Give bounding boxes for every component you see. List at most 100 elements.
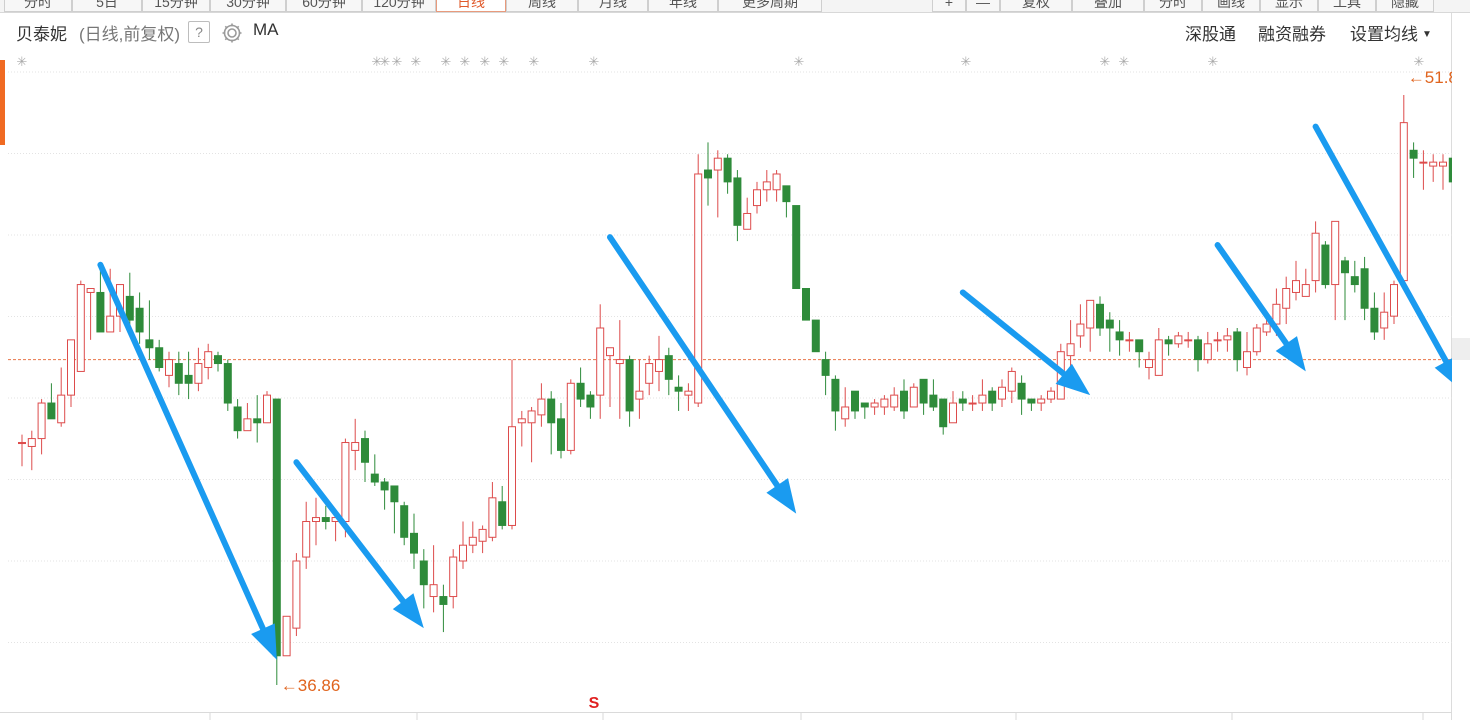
candle-body [1252,327,1261,353]
candle-body [165,359,173,376]
candle-body [1125,339,1134,342]
candle-body [380,481,389,491]
candle-body [929,394,938,408]
candle-body [1194,339,1202,361]
candle-body [743,212,752,230]
candle-body [67,339,75,396]
candle-body [811,319,820,353]
candle-body [1399,122,1408,282]
candle-body [635,390,644,400]
candle-body [370,473,379,483]
candle-body [1154,339,1163,376]
candle-body [292,560,301,629]
candle-body [870,402,879,408]
trend-arrow-head [1275,336,1306,372]
candle-body [1086,299,1095,329]
candle-body [1321,244,1330,286]
candle-body [1350,276,1359,286]
event-marker-icon: ✳ [411,55,422,70]
event-marker-icon: ✳ [1119,55,1130,70]
candle-body [1203,343,1212,361]
event-marker-icon: ✳ [441,55,452,70]
candle-body [302,521,311,558]
candle-body [841,406,850,420]
candle-body [1174,335,1183,345]
candle-body [1017,382,1026,400]
candle-body [47,402,56,420]
candle-body [821,359,830,376]
candle-body [1096,303,1104,329]
candle-body [263,394,271,424]
candle-body [988,390,997,404]
candle-body [253,418,262,424]
chart-bottom-border [0,712,1452,713]
candle-body [351,442,360,451]
candle-body [949,402,957,424]
candle-body [1292,280,1300,293]
candle-body [1282,288,1291,309]
candle-body [537,398,546,416]
candle-body [1341,260,1349,274]
candle-body [508,426,516,526]
candle-body [1164,339,1173,345]
candle-body [1331,220,1340,286]
candle-body [498,501,507,526]
candle-body [1047,390,1055,400]
candle-body [557,418,565,451]
candle-body [723,157,732,183]
candle-body [1037,398,1046,404]
candle-body [1409,149,1418,159]
candle-body [459,544,467,562]
candle-body [860,402,869,408]
candle-body [57,394,66,424]
candle-body [527,410,536,424]
candle-body [802,288,810,321]
candle-body [1419,161,1428,164]
candle-body [890,394,899,408]
trend-arrow-head [766,478,797,514]
candle-body [390,485,399,503]
candle-body [1135,339,1144,353]
candle-body [194,363,203,384]
candle-body [18,442,26,445]
candle-body [1301,284,1310,297]
candle-body [106,315,115,333]
candle-body [86,288,95,293]
candle-body [978,394,987,404]
candle-body [400,505,409,538]
candle-body [792,205,801,290]
candle-body [615,359,624,365]
candle-body [361,438,369,463]
candle-body [645,363,654,384]
candle-body [204,351,213,368]
candle-body [321,517,330,523]
candle-body [547,398,556,424]
candle-body [909,386,918,408]
candle-body [958,398,967,404]
price-axis-tab[interactable] [1452,338,1470,360]
candle-body [174,363,183,384]
trend-arrow-shaft [97,261,266,632]
candle-body [733,177,742,226]
candle-body [851,390,859,412]
candle-body [429,584,438,598]
candle-body [1115,331,1124,341]
candle-body [135,307,144,333]
event-marker-icon: ✳ [529,55,540,70]
candle-body [410,532,418,554]
candle-body [96,291,105,333]
candle-body [76,284,85,372]
candle-body [27,438,36,447]
candle-body [998,386,1006,400]
candle-body [312,517,320,523]
candle-body [439,596,448,605]
candle-body [566,382,575,451]
event-marker-icon: ✳ [460,55,471,70]
candle-body [1145,359,1153,368]
candle-body [596,327,605,396]
candle-body [223,363,232,404]
candle-body [125,295,134,321]
event-marker-icon: ✳ [1208,55,1219,70]
candle-body [968,402,977,405]
max-price-label: ←51.80 [1408,68,1452,87]
